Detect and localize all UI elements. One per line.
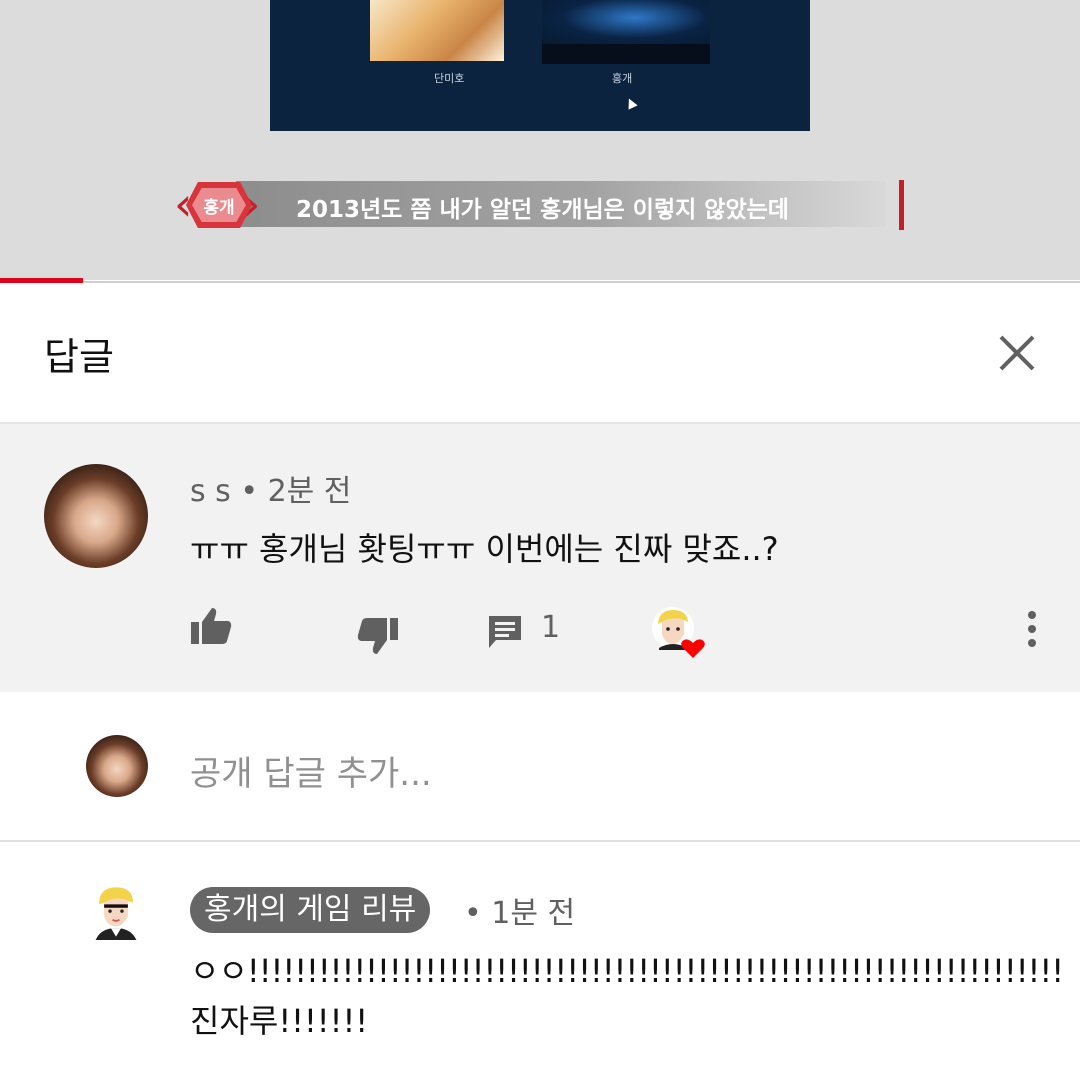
reply-input[interactable]: 공개 답글 추가... [190, 746, 432, 795]
video-player[interactable]: 단미호 홍개 ‹ › 홍개 2013년도 쯤 내가 알던 홍개님은 이렇지 않았… [0, 0, 1080, 280]
add-reply-row: 공개 답글 추가... [0, 692, 1080, 842]
dislike-icon[interactable] [357, 616, 399, 656]
reply-meta: • 1분 전 [464, 896, 576, 931]
comment-author[interactable]: s s [190, 474, 231, 509]
subtitle-banner: ‹ › 홍개 2013년도 쯤 내가 알던 홍개님은 이렇지 않았는데 [174, 180, 906, 230]
banner-text: 2013년도 쯤 내가 알던 홍개님은 이렇지 않았는데 [296, 197, 789, 223]
comment-text: ㅠㅠ 홍개님 홧팅ㅠㅠ 이번에는 진짜 맞죠..? [190, 530, 779, 568]
reply-comment-icon[interactable] [486, 614, 524, 650]
close-icon [999, 335, 1035, 371]
author-badge[interactable]: 홍개의 게임 리뷰 [190, 887, 431, 933]
mouse-cursor-icon [624, 96, 638, 110]
thumbnail-shadow [542, 44, 710, 64]
video-progress-bar[interactable] [0, 278, 83, 283]
avatar[interactable] [44, 464, 148, 568]
character-thumbnail-right [542, 0, 710, 44]
like-icon[interactable] [190, 606, 232, 646]
current-user-avatar [86, 735, 148, 797]
caption-right: 홍개 [612, 72, 633, 85]
close-button[interactable] [992, 328, 1042, 378]
reply-text-line2: 진자루!!!!!!! [190, 1002, 369, 1040]
comment-time: 2분 전 [267, 474, 352, 509]
parent-comment: s s • 2분 전 ㅠㅠ 홍개님 홧팅ㅠㅠ 이번에는 진짜 맞죠..? 1 [0, 424, 1080, 692]
comment-meta: s s • 2분 전 [190, 474, 352, 509]
caption-left: 단미호 [434, 72, 465, 85]
video-frame: 단미호 홍개 [270, 0, 810, 131]
banner-tag: 홍개 [192, 188, 246, 222]
replies-header: 답글 [0, 284, 1080, 424]
banner-end-line [899, 180, 904, 230]
page-title: 답글 [44, 335, 114, 379]
reply-text-line1: ㅇㅇ!!!!!!!!!!!!!!!!!!!!!!!!!!!!!!!!!!!!!!… [190, 952, 1064, 990]
more-options-icon[interactable] [1026, 610, 1038, 650]
reply-count: 1 [541, 610, 561, 645]
video-progress-track[interactable] [83, 281, 1080, 283]
character-thumbnail-left [370, 0, 504, 61]
creator-avatar[interactable] [88, 884, 144, 940]
reply-comment: 홍개의 게임 리뷰 • 1분 전 ㅇㅇ!!!!!!!!!!!!!!!!!!!!!… [0, 842, 1080, 1081]
reply-time: 1분 전 [491, 896, 576, 931]
creator-heart-icon [652, 607, 705, 658]
